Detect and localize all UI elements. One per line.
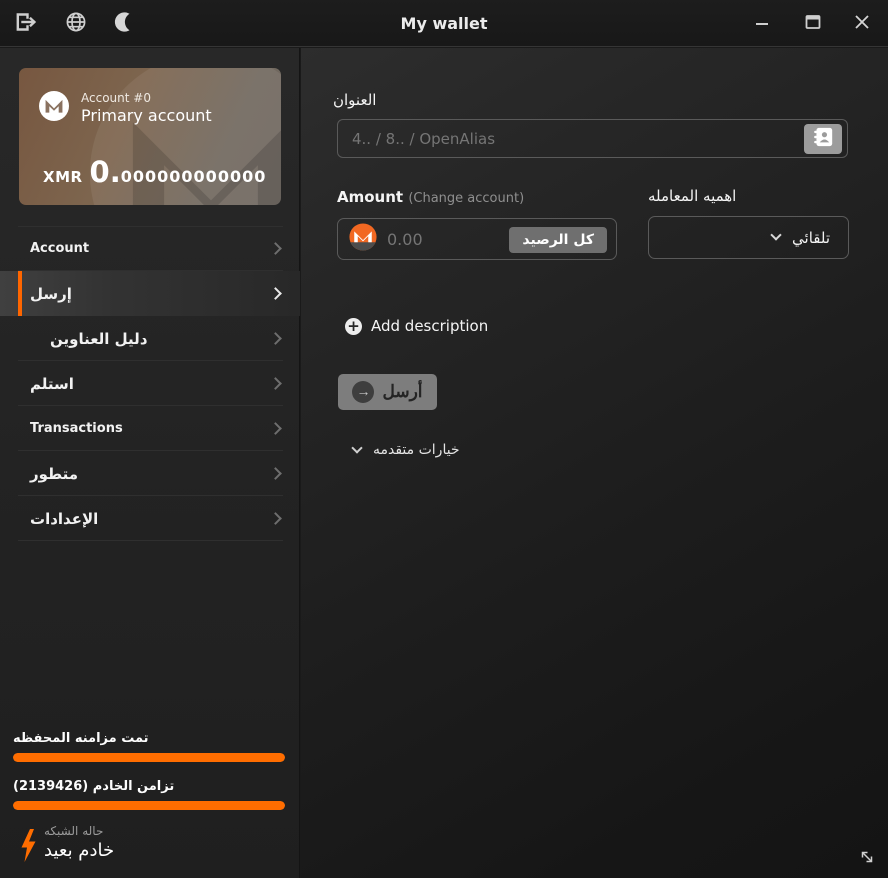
wallet-sync-progressbar [13, 753, 285, 762]
chevron-right-icon [269, 242, 282, 255]
amount-label: Amount [337, 188, 404, 206]
sidebar-item-label: Account [30, 241, 90, 256]
balance: XMR 0. 000000000000 [43, 155, 266, 189]
wallet-window: My wallet Account #0 Primary account XMR… [0, 0, 888, 878]
sidebar-item-send[interactable]: إرسل [0, 271, 300, 316]
sidebar-item-label: إرسل [30, 284, 72, 303]
chevron-right-icon [269, 377, 282, 390]
lightning-bolt-icon [20, 829, 37, 866]
sidebar-item-label: متطور [30, 464, 79, 483]
chevron-right-icon [269, 287, 282, 300]
close-button[interactable] [849, 11, 875, 37]
sidebar-item-advanced[interactable]: متطور [0, 451, 300, 496]
address-input[interactable] [338, 129, 847, 148]
advanced-options-toggle[interactable]: خيارات متقدمه [351, 442, 460, 458]
sidebar-item-label: الإعدادات [30, 509, 99, 528]
all-balance-button[interactable]: كل الرصيد [509, 227, 607, 253]
sidebar-item-label: Transactions [30, 421, 123, 436]
chevron-right-icon [269, 512, 282, 525]
account-name: Primary account [81, 106, 212, 125]
amount-label-row: Amount (Change account) [337, 188, 524, 206]
minimize-button[interactable] [749, 11, 775, 37]
plus-circle-icon: + [345, 317, 362, 335]
maximize-icon [801, 10, 825, 38]
priority-label: اهميه المعامله [648, 187, 737, 205]
sidebar-item-label: استلم [30, 374, 74, 393]
wallet-sync-progress-fill [13, 753, 285, 762]
sidebar-item-transactions[interactable]: Transactions [0, 406, 300, 451]
amount-field-container: كل الرصيد [337, 218, 617, 260]
minimize-icon [750, 10, 774, 38]
close-icon [850, 10, 874, 38]
sidebar-item-settings[interactable]: الإعدادات [0, 496, 300, 541]
daemon-sync-progress-fill [13, 801, 285, 810]
chevron-down-icon [770, 229, 782, 241]
send-button-label: أرسل [382, 382, 423, 401]
chevron-down-icon [351, 442, 363, 454]
account-card[interactable]: Account #0 Primary account XMR 0. 000000… [19, 68, 281, 205]
send-page: العنوان Amount (Change account) اهميه ال [301, 48, 888, 878]
change-account-link[interactable]: (Change account) [408, 191, 524, 206]
advanced-options-label: خيارات متقدمه [373, 442, 460, 458]
address-book-icon [813, 127, 834, 151]
send-button[interactable]: → أرسل [338, 374, 437, 410]
sidebar: Account #0 Primary account XMR 0. 000000… [0, 48, 300, 878]
wallet-sync-label: تمت مزامنه المحفظه [13, 731, 149, 746]
priority-selected-value: تلقائي [792, 228, 830, 247]
chevron-right-icon [269, 422, 282, 435]
sidebar-item-account[interactable]: Account [0, 226, 300, 271]
monero-logo-icon [39, 91, 69, 125]
sidebar-item-label: دليل العناوين [50, 329, 148, 348]
add-description-label: Add description [371, 317, 489, 335]
arrow-right-circle-icon: → [352, 381, 375, 403]
sidebar-item-address-book[interactable]: دليل العناوين [0, 316, 300, 361]
network-status-value: خادم بعيد [44, 840, 115, 861]
monero-coin-icon [349, 223, 377, 255]
resize-handle-icon[interactable] [858, 848, 876, 870]
sidebar-menu: Account إرسل دليل العناوين استلم Transac… [0, 226, 300, 541]
active-indicator [18, 271, 22, 316]
address-book-button[interactable] [804, 124, 842, 154]
add-description-button[interactable]: + Add description [345, 317, 488, 335]
network-status-label: حاله الشبكه [44, 824, 104, 838]
sidebar-item-receive[interactable]: استلم [0, 361, 300, 406]
account-card-header: Account #0 Primary account [39, 91, 212, 125]
address-label: العنوان [333, 91, 377, 109]
daemon-sync-label: تزامن الخادم (2139426) [13, 779, 175, 794]
balance-decimals: 000000000000 [120, 167, 267, 186]
balance-currency: XMR [43, 168, 83, 186]
address-field-container [337, 119, 848, 158]
daemon-sync-progressbar [13, 801, 285, 810]
chevron-right-icon [269, 467, 282, 480]
account-index: Account #0 [81, 91, 151, 105]
priority-dropdown[interactable]: تلقائي [648, 216, 849, 259]
balance-whole: 0. [89, 155, 121, 189]
amount-input[interactable] [377, 229, 487, 249]
title-bar: My wallet [0, 0, 888, 47]
maximize-button[interactable] [800, 11, 826, 37]
chevron-right-icon [269, 332, 282, 345]
